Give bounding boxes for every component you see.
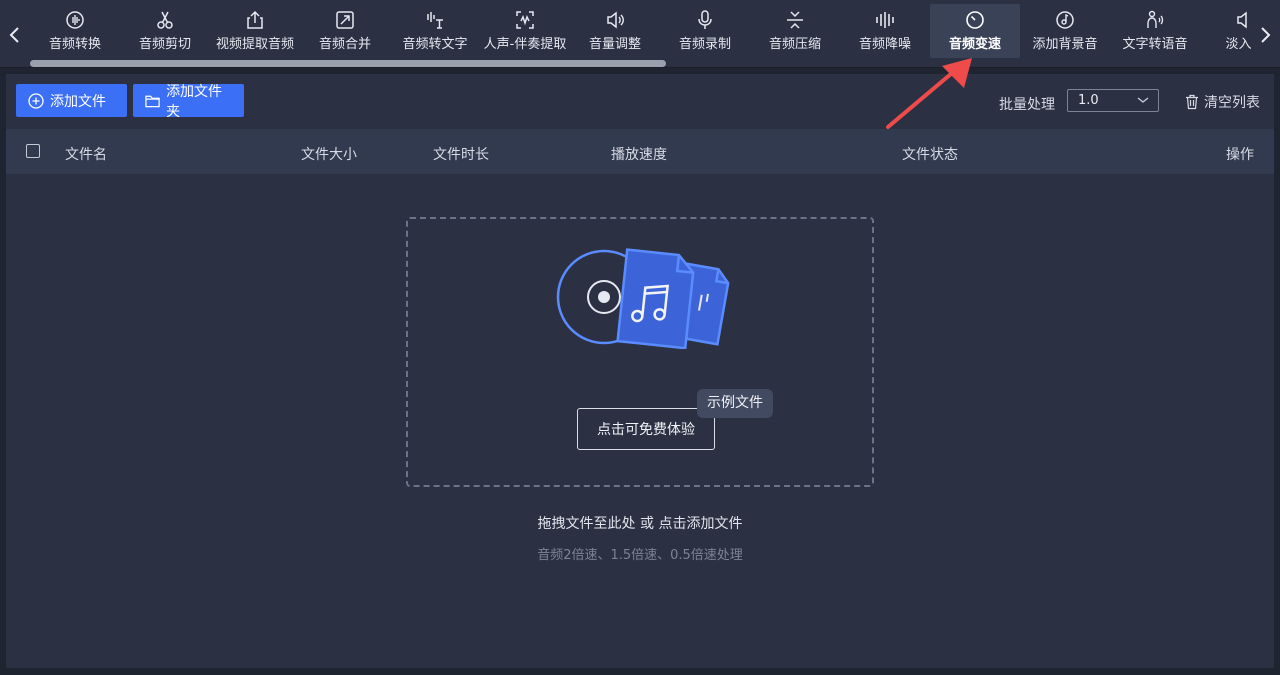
tool-label: 音频剪切	[138, 37, 191, 52]
tool-label: 音频转换	[48, 37, 101, 52]
add-file-button[interactable]: 添加文件	[16, 84, 127, 117]
tool-label: 淡入淡	[1225, 37, 1252, 52]
speed-timer-icon	[966, 11, 984, 29]
tool-audio-convert[interactable]: 音频转换	[30, 4, 120, 58]
tool-label: 音频变速	[948, 37, 1001, 52]
tool-audio-speed[interactable]: 音频变速	[930, 4, 1020, 58]
fade-speaker-icon	[1237, 11, 1247, 29]
tool-audio-to-text[interactable]: 音频转文字	[390, 4, 480, 58]
column-actions: 操作	[1226, 147, 1254, 163]
folder-icon	[145, 95, 160, 107]
speaker-icon	[607, 11, 624, 29]
chevron-down-icon	[1137, 97, 1149, 103]
drop-hint: 拖拽文件至此处 或 点击添加文件	[537, 516, 743, 532]
toolbar-scrollbar[interactable]	[30, 60, 666, 67]
upload-export-icon	[247, 10, 263, 29]
sample-file-tip[interactable]: 示例文件	[697, 389, 773, 418]
tool-audio-record[interactable]: 音频录制	[660, 4, 750, 58]
scroll-right-arrow-icon[interactable]	[1252, 22, 1278, 48]
text-to-speech-icon	[1147, 10, 1164, 28]
tool-label: 音频转文字	[402, 37, 468, 52]
tool-label: 文字转语音	[1122, 37, 1188, 52]
column-filesize: 文件大小	[301, 147, 357, 163]
tool-audio-compress[interactable]: 音频压缩	[750, 4, 840, 58]
clear-list-label: 清空列表	[1204, 95, 1260, 111]
tool-label: 人声-伴奏提取	[483, 37, 567, 52]
voice-to-text-icon	[427, 12, 443, 29]
audio-files-illustration	[556, 248, 730, 349]
table-header: 文件名 文件大小 文件时长 播放速度 文件状态 操作	[6, 129, 1274, 174]
batch-speed-select[interactable]: 1.0	[1067, 89, 1159, 112]
music-disc-icon	[1056, 11, 1074, 29]
column-duration: 文件时长	[433, 147, 489, 163]
trash-icon	[1186, 94, 1198, 110]
column-filename: 文件名	[65, 147, 107, 163]
tool-label: 音频压缩	[768, 37, 821, 52]
scissors-icon	[157, 11, 173, 29]
compress-icon	[787, 11, 803, 29]
batch-speed-value: 1.0	[1078, 93, 1099, 108]
tool-label: 音频录制	[678, 37, 731, 52]
tool-list: 音频转换 音频剪切 视频提取音频 音频合并 音频转文字 人声-伴奏提取 音量调整…	[30, 4, 1252, 58]
column-status: 文件状态	[902, 147, 958, 163]
tool-text-to-speech[interactable]: 文字转语音	[1110, 4, 1200, 58]
waveform-circle-icon	[66, 11, 84, 29]
vocal-extract-icon	[516, 11, 534, 29]
noise-bars-icon	[876, 12, 894, 28]
add-file-label: 添加文件	[50, 93, 106, 110]
main-panel: 添加文件 添加文件夹 批量处理 1.0 清空列表 文件名 文件大小 文件时长 播…	[6, 74, 1274, 668]
add-folder-label: 添加文件夹	[166, 83, 223, 120]
tool-noise-reduction[interactable]: 音频降噪	[840, 4, 930, 58]
clear-list-button[interactable]: 清空列表	[1184, 92, 1260, 112]
merge-arrows-icon	[336, 11, 354, 29]
tool-fade-in-out[interactable]: 淡入淡	[1200, 4, 1252, 58]
add-folder-button[interactable]: 添加文件夹	[133, 84, 244, 120]
tool-audio-merge[interactable]: 音频合并	[300, 4, 390, 58]
tool-label: 添加背景音	[1032, 37, 1098, 52]
select-all-checkbox[interactable]	[26, 144, 40, 158]
tool-label: 音频合并	[318, 37, 371, 52]
tool-vocal-extract[interactable]: 人声-伴奏提取	[480, 4, 570, 58]
batch-process-label: 批量处理	[999, 97, 1055, 113]
tool-label: 音量调整	[588, 37, 641, 52]
free-trial-button[interactable]: 点击可免费体验	[577, 408, 715, 450]
column-speed: 播放速度	[611, 147, 667, 163]
feature-hint: 音频2倍速、1.5倍速、0.5倍速处理	[537, 548, 743, 563]
tool-audio-cut[interactable]: 音频剪切	[120, 4, 210, 58]
tool-label: 视频提取音频	[215, 37, 294, 52]
tool-volume-adjust[interactable]: 音量调整	[570, 4, 660, 58]
microphone-icon	[698, 10, 712, 29]
top-toolbar: 音频转换 音频剪切 视频提取音频 音频合并 音频转文字 人声-伴奏提取 音量调整…	[0, 0, 1280, 68]
file-dropzone[interactable]: 点击可免费体验 示例文件	[406, 217, 874, 487]
tool-add-background-music[interactable]: 添加背景音	[1020, 4, 1110, 58]
plus-circle-icon	[28, 92, 44, 109]
tool-label: 音频降噪	[858, 37, 911, 52]
scroll-left-arrow-icon[interactable]	[2, 22, 28, 48]
tool-video-extract-audio[interactable]: 视频提取音频	[210, 4, 300, 58]
